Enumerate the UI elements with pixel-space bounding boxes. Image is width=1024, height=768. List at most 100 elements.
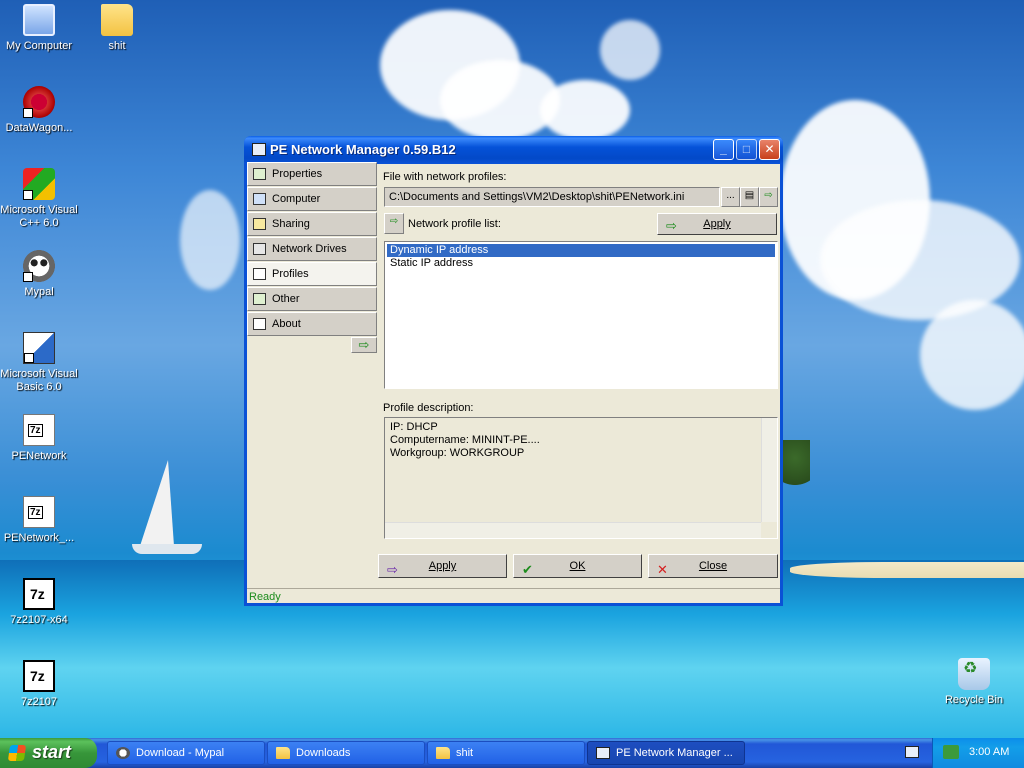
folder-icon xyxy=(436,747,450,759)
vertical-scrollbar[interactable] xyxy=(761,418,777,522)
computer-icon xyxy=(23,4,55,36)
ok-button[interactable]: ✔ OK xyxy=(513,554,642,578)
visual-cpp-icon xyxy=(23,168,55,200)
nav-profiles[interactable]: Profiles xyxy=(247,262,377,286)
desktop-icon-mypal[interactable]: Mypal xyxy=(0,250,78,299)
profile-list[interactable]: Dynamic IP address Static IP address xyxy=(384,241,778,389)
nav-sharing[interactable]: Sharing xyxy=(247,212,377,236)
desktop-icon-recycle-bin[interactable]: Recycle Bin xyxy=(935,658,1013,707)
edit-file-icon[interactable]: ▤ xyxy=(740,187,759,207)
desktop-icon-visual-cpp[interactable]: Microsoft Visual C++ 6.0 xyxy=(0,168,78,230)
beach xyxy=(790,562,1024,578)
pe-network-manager-window: PE Network Manager 0.59.B12 _ □ ✕ Proper… xyxy=(244,136,783,606)
start-label: start xyxy=(32,742,72,762)
nav-about[interactable]: About xyxy=(247,312,377,336)
collapse-nav-arrow-icon[interactable]: ⇨ xyxy=(351,337,377,353)
mypal-icon xyxy=(116,747,130,759)
maximize-button[interactable]: □ xyxy=(736,139,757,160)
desktop-icon-label: Microsoft Visual Basic 6.0 xyxy=(0,368,78,393)
button-label: Close xyxy=(698,560,728,572)
nav-network-drives[interactable]: Network Drives xyxy=(247,237,377,261)
profile-apply-button[interactable]: ⇨ Apply xyxy=(657,213,777,235)
recycle-bin-icon xyxy=(958,658,990,690)
profile-list-icon: ⇨ xyxy=(384,213,404,234)
sailboat-sail xyxy=(140,460,174,546)
browse-button[interactable]: ... xyxy=(721,187,740,207)
nav-label: Sharing xyxy=(272,218,310,230)
cloud xyxy=(600,20,660,80)
shortcut-arrow-icon xyxy=(23,108,33,118)
shortcut-arrow-icon xyxy=(24,353,34,363)
keyboard-icon[interactable] xyxy=(905,746,919,758)
7zip-icon xyxy=(23,578,55,610)
nav-label: Computer xyxy=(272,193,321,205)
shortcut-arrow-icon xyxy=(23,190,33,200)
apply-button[interactable]: ⇨ Apply xyxy=(378,554,507,578)
desktop-icon-datawagon[interactable]: DataWagon... xyxy=(0,86,78,135)
properties-icon xyxy=(253,168,266,180)
taskbar-item-label: shit xyxy=(456,747,474,759)
nav-properties[interactable]: Properties xyxy=(247,162,377,186)
close-button[interactable]: ✕ Close xyxy=(648,554,778,578)
desktop-icon-label: shit xyxy=(108,40,126,52)
minimize-button[interactable]: _ xyxy=(713,139,734,160)
system-tray: 3:00 AM xyxy=(932,738,1024,768)
desktop-icon-label: My Computer xyxy=(5,40,73,52)
load-file-icon[interactable]: ⇨ xyxy=(759,187,778,207)
desktop-icon-visual-basic[interactable]: Microsoft Visual Basic 6.0 xyxy=(0,332,78,394)
profile-description[interactable]: IP: DHCP Computername: MININT-PE.... Wor… xyxy=(384,417,778,539)
desktop-icon-7z[interactable]: 7z2107 xyxy=(0,660,78,709)
start-button[interactable]: start xyxy=(0,738,97,768)
palm-tree xyxy=(780,440,810,500)
description-line: IP: DHCP xyxy=(390,421,438,433)
description-line: Computername: MININT-PE.... xyxy=(390,434,540,446)
nav-computer[interactable]: Computer xyxy=(247,187,377,211)
network-app-icon xyxy=(596,747,610,759)
apply-arrow-icon: ⇨ xyxy=(387,562,398,577)
taskbar-item-mypal[interactable]: Download - Mypal xyxy=(107,741,265,765)
folder-icon xyxy=(101,4,133,36)
desktop-icon-label: DataWagon... xyxy=(5,122,73,134)
taskbar-item-label: PE Network Manager ... xyxy=(616,747,733,759)
visual-basic-icon xyxy=(23,332,55,364)
7z-archive-icon xyxy=(23,496,55,528)
nav-label: Profiles xyxy=(272,268,309,280)
horizontal-scrollbar[interactable] xyxy=(385,522,761,538)
mypal-icon xyxy=(23,250,55,282)
desktop-icon-label: 7z2107-x64 xyxy=(10,614,68,626)
network-tray-icon[interactable] xyxy=(943,745,959,759)
cloud xyxy=(540,80,630,140)
profile-file-path[interactable]: C:\Documents and Settings\VM2\Desktop\sh… xyxy=(384,187,720,207)
desktop-icon-shit-folder[interactable]: shit xyxy=(78,4,156,53)
desktop-icon-label: Recycle Bin xyxy=(944,694,1004,706)
taskbar-item-downloads[interactable]: Downloads xyxy=(267,741,425,765)
desktop-icon-label: Microsoft Visual C++ 6.0 xyxy=(0,204,78,229)
taskbar-item-pe-network-manager[interactable]: PE Network Manager ... xyxy=(587,741,745,765)
desktop-icon-penetwork-2[interactable]: PENetwork_... xyxy=(0,496,78,545)
title-bar[interactable]: PE Network Manager 0.59.B12 _ □ ✕ xyxy=(244,136,783,164)
list-item[interactable]: Static IP address xyxy=(387,257,775,270)
list-item[interactable]: Dynamic IP address xyxy=(387,244,775,257)
nav-label: Network Drives xyxy=(272,243,347,255)
shortcut-arrow-icon xyxy=(23,272,33,282)
nav-label: Properties xyxy=(272,168,323,180)
taskbar: start Download - Mypal Downloads shit PE… xyxy=(0,738,1024,768)
desktop-icon-7z-x64[interactable]: 7z2107-x64 xyxy=(0,578,78,627)
taskbar-item-label: Downloads xyxy=(296,747,351,759)
desktop-icon-my-computer[interactable]: My Computer xyxy=(0,4,78,53)
close-window-button[interactable]: ✕ xyxy=(759,139,780,160)
taskbar-item-label: Download - Mypal xyxy=(136,747,225,759)
clock[interactable]: 3:00 AM xyxy=(969,746,1009,758)
nav-other[interactable]: Other xyxy=(247,287,377,311)
profile-description-label: Profile description: xyxy=(383,402,474,414)
desktop-icon-label: 7z2107 xyxy=(20,696,58,708)
sailboat-hull xyxy=(132,544,202,554)
computer-icon xyxy=(253,193,266,205)
desktop-icon-label: PENetwork xyxy=(11,450,67,462)
other-icon xyxy=(253,293,266,305)
desktop-icon-penetwork[interactable]: PENetwork xyxy=(0,414,78,463)
status-bar: Ready xyxy=(247,588,780,604)
taskbar-item-shit[interactable]: shit xyxy=(427,741,585,765)
network-app-icon xyxy=(252,143,266,156)
apply-arrow-icon: ⇨ xyxy=(666,218,677,233)
